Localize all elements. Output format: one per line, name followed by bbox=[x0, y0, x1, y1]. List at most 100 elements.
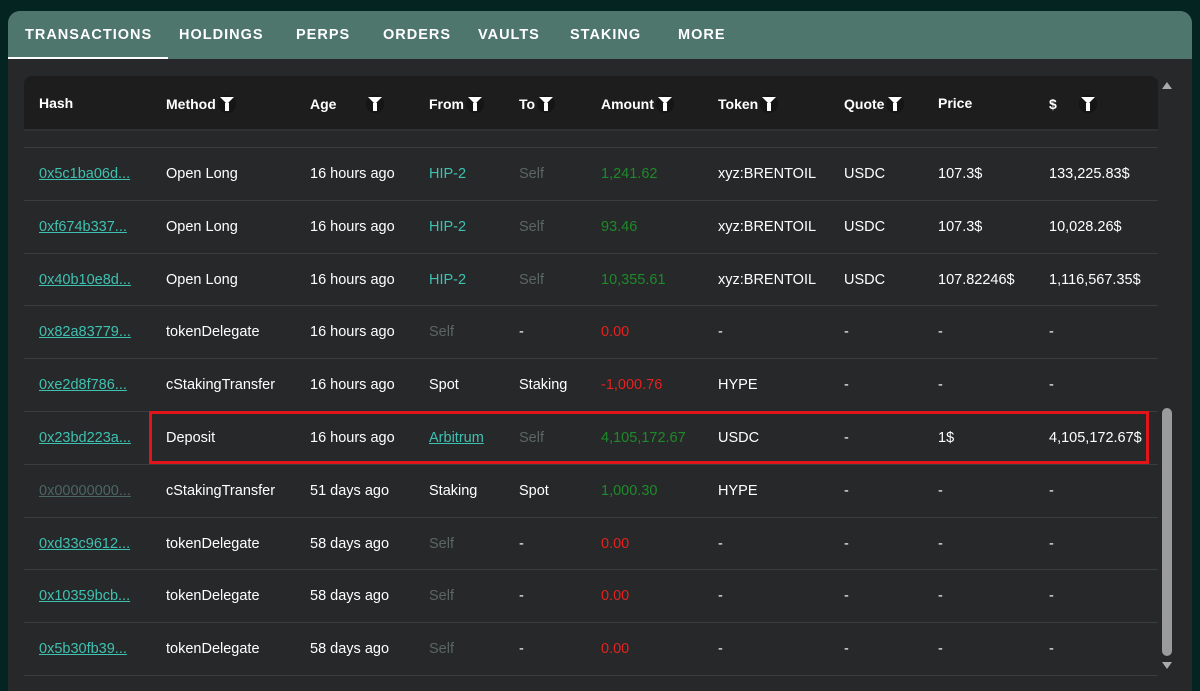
table-row[interactable]: 0xd33c9612... tokenDelegate 58 days ago Sel… bbox=[24, 518, 1158, 571]
cell-amount: 4,105,172.67 bbox=[601, 429, 686, 446]
filter-icon[interactable] bbox=[366, 95, 385, 113]
cell-amount: 0.00 bbox=[601, 588, 630, 605]
table-row[interactable]: 0xf674b337... Open Long 16 hours ago HIP-2 S… bbox=[24, 201, 1158, 254]
scrollbar-thumb[interactable] bbox=[1162, 408, 1172, 656]
column-header-label: Quote bbox=[844, 96, 885, 112]
table-row[interactable]: 0x23bd223a... Deposit 16 hours ago Arbitrum… bbox=[24, 412, 1158, 465]
tab-bar: TRANSACTIONS HOLDINGS PERPS ORDERS VAULT… bbox=[8, 11, 1192, 59]
cell-age: 16 hours ago bbox=[310, 324, 395, 341]
cell-quote: - bbox=[844, 324, 849, 341]
cell-quote: USDC bbox=[844, 271, 886, 288]
cell-to: Staking bbox=[519, 377, 568, 394]
cell-method: tokenDelegate bbox=[166, 588, 260, 605]
header-spacer bbox=[24, 131, 1158, 148]
cell-usd: 4,105,172.67$ bbox=[1049, 429, 1142, 446]
cell-token: xyz:BRENTOIL bbox=[718, 166, 817, 182]
cell-price: 107.3$ bbox=[938, 218, 983, 235]
cell-hash[interactable]: 0xd33c9612... bbox=[39, 536, 130, 552]
explorer-panel: TRANSACTIONS HOLDINGS PERPS ORDERS VAULT… bbox=[8, 11, 1192, 691]
table-row[interactable]: 0xe2d8f786... cStakingTransfer 16 hours ag… bbox=[24, 359, 1158, 412]
tab-staking[interactable]: STAKING bbox=[570, 27, 641, 43]
cell-amount: 1,000.30 bbox=[601, 482, 658, 499]
cell-amount: 0.00 bbox=[601, 324, 630, 341]
cell-from: HIP-2 bbox=[429, 166, 467, 182]
cell-hash[interactable]: 0x5b30fb39... bbox=[39, 641, 127, 657]
cell-to: - bbox=[519, 588, 524, 605]
cell-quote: USDC bbox=[844, 166, 886, 182]
cell-hash[interactable]: 0x00000000... bbox=[39, 483, 131, 499]
column-header-9: $ bbox=[1049, 95, 1097, 113]
column-header-1: Method bbox=[166, 95, 236, 113]
tab-holdings[interactable]: HOLDINGS bbox=[179, 27, 264, 43]
column-header-0: Hash bbox=[39, 95, 73, 111]
table-row[interactable]: 0x82a83779... tokenDelegate 16 hours ago Se… bbox=[24, 306, 1158, 360]
filter-icon[interactable] bbox=[655, 95, 674, 113]
cell-token: - bbox=[718, 324, 723, 341]
cell-hash[interactable]: 0x10359bcb... bbox=[39, 588, 130, 604]
cell-to: Self bbox=[519, 429, 544, 446]
cell-quote: - bbox=[844, 429, 849, 446]
cell-quote: - bbox=[844, 535, 849, 552]
column-header-label: $ bbox=[1049, 96, 1057, 112]
cell-from: HIP-2 bbox=[429, 271, 467, 288]
filter-icon[interactable] bbox=[217, 95, 236, 113]
cell-token: HYPE bbox=[718, 482, 758, 499]
cell-token: - bbox=[718, 641, 723, 658]
cell-usd: - bbox=[1049, 641, 1054, 658]
cell-usd: 1,116,567.35$ bbox=[1049, 271, 1141, 288]
cell-from: HIP-2 bbox=[429, 218, 467, 235]
cell-price: - bbox=[938, 482, 943, 499]
cell-usd: - bbox=[1049, 324, 1054, 341]
cell-age: 51 days ago bbox=[310, 482, 390, 499]
cell-usd: - bbox=[1049, 482, 1054, 499]
table-row[interactable]: 0x00000000... cStakingTransfer 51 days ago… bbox=[24, 465, 1158, 518]
table-row[interactable]: 0x5b30fb39... tokenDelegate 58 days ago Sel… bbox=[24, 623, 1158, 676]
table-body: 0x5c1ba06d... Open Long 16 hours ago HIP-2 S… bbox=[24, 148, 1158, 676]
cell-method: tokenDelegate bbox=[166, 324, 260, 341]
cell-method: Open Long bbox=[166, 271, 238, 288]
cell-age: 16 hours ago bbox=[310, 166, 395, 182]
cell-quote: - bbox=[844, 588, 849, 605]
table-row[interactable]: 0x5c1ba06d... Open Long 16 hours ago HIP-2 S… bbox=[24, 148, 1158, 201]
column-header-label: Hash bbox=[39, 95, 74, 111]
table-row[interactable]: 0x10359bcb... tokenDelegate 58 days ago Sel… bbox=[24, 570, 1158, 624]
cell-hash[interactable]: 0xe2d8f786... bbox=[39, 377, 127, 393]
cell-from[interactable]: Arbitrum bbox=[429, 430, 484, 446]
cell-age: 16 hours ago bbox=[310, 429, 395, 446]
scroll-up-arrow-icon[interactable] bbox=[1162, 82, 1172, 89]
filter-icon[interactable] bbox=[537, 95, 556, 113]
cell-price: - bbox=[938, 377, 943, 394]
cell-method: cStakingTransfer bbox=[166, 377, 276, 394]
column-header-3: From bbox=[429, 95, 484, 113]
tab-more[interactable]: MORE bbox=[678, 27, 726, 43]
table-row[interactable]: 0x40b10e8d... Open Long 16 hours ago HIP-2 S… bbox=[24, 254, 1158, 307]
tab-perps[interactable]: PERPS bbox=[296, 27, 350, 43]
column-header-label: Method bbox=[166, 96, 216, 112]
filter-icon[interactable] bbox=[886, 95, 905, 113]
cell-price: - bbox=[938, 535, 943, 552]
scrollbar[interactable] bbox=[1160, 76, 1174, 676]
filter-icon[interactable] bbox=[1078, 95, 1097, 113]
tab-orders[interactable]: ORDERS bbox=[383, 27, 451, 43]
cell-hash[interactable]: 0x40b10e8d... bbox=[39, 272, 131, 288]
cell-amount: 0.00 bbox=[601, 641, 630, 658]
scroll-down-arrow-icon[interactable] bbox=[1162, 662, 1172, 669]
cell-hash[interactable]: 0xf674b337... bbox=[39, 219, 127, 235]
column-header-7: Quote bbox=[844, 95, 905, 113]
cell-token: xyz:BRENTOIL bbox=[718, 271, 817, 288]
column-header-label: Token bbox=[718, 96, 759, 112]
tab-vaults[interactable]: VAULTS bbox=[478, 27, 540, 43]
cell-from: Self bbox=[429, 641, 454, 658]
cell-hash[interactable]: 0x23bd223a... bbox=[39, 430, 131, 446]
tab-transactions[interactable]: TRANSACTIONS bbox=[8, 27, 169, 59]
cell-age: 58 days ago bbox=[310, 641, 390, 658]
filter-icon[interactable] bbox=[760, 95, 779, 113]
filter-icon[interactable] bbox=[466, 95, 484, 113]
cell-from: Spot bbox=[429, 377, 459, 394]
cell-to: - bbox=[519, 324, 524, 341]
cell-usd: - bbox=[1049, 588, 1054, 605]
cell-hash[interactable]: 0x82a83779... bbox=[39, 324, 131, 340]
column-header-4: To bbox=[519, 95, 556, 113]
cell-hash[interactable]: 0x5c1ba06d... bbox=[39, 166, 130, 182]
cell-quote: - bbox=[844, 377, 849, 394]
